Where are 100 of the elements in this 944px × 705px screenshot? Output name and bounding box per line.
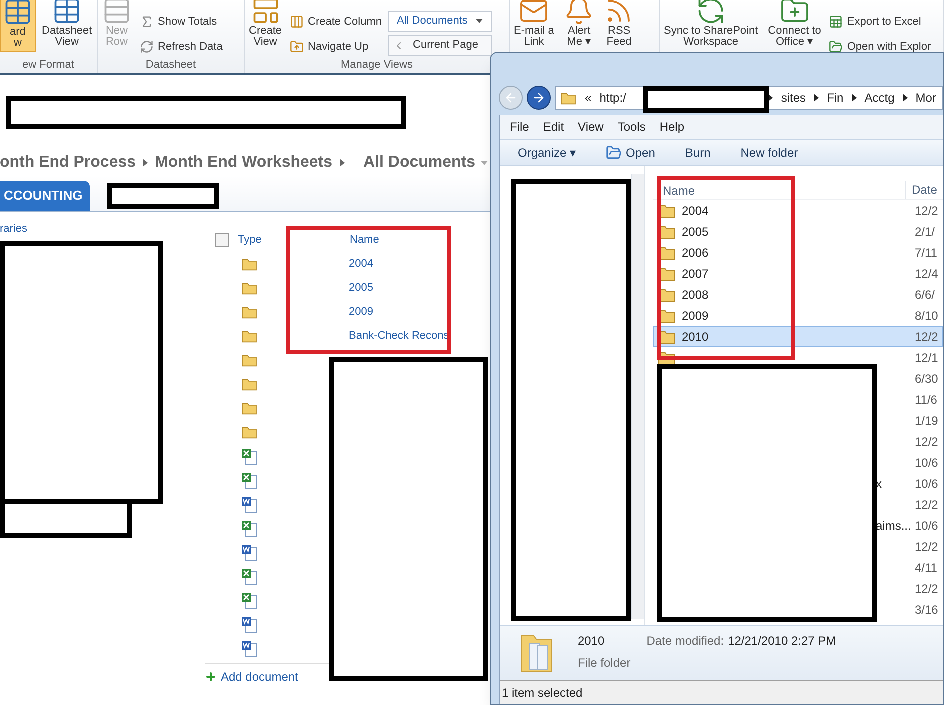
ribbon-button[interactable]: Open with Explor — [829, 38, 932, 55]
file-row[interactable]: 2006 7/11 — [653, 242, 943, 263]
file-row[interactable]: 2008 6/6/ — [653, 284, 943, 305]
document-file-icon — [241, 616, 257, 632]
address-segment[interactable]: Mor — [916, 89, 936, 107]
menu-item[interactable]: Edit — [543, 118, 564, 136]
date-cell[interactable]: 4/11 — [909, 558, 938, 576]
document-link[interactable]: 2005 — [349, 280, 374, 296]
folder-open-icon — [606, 144, 622, 160]
document-link[interactable]: 2004 — [349, 256, 374, 272]
site-tab[interactable]: CCOUNTING — [0, 181, 90, 211]
address-segment[interactable]: Acctg — [864, 89, 895, 107]
column-header[interactable]: Name — [350, 232, 380, 248]
forward-button[interactable] — [527, 86, 551, 110]
breadcrumb-link[interactable]: onth End Process — [0, 151, 136, 175]
date-cell[interactable]: 6/30 — [909, 370, 938, 388]
file-name: 2010 — [682, 328, 709, 346]
ribbon-button[interactable]: Export to Excel — [829, 14, 932, 30]
address-segment[interactable]: sites — [781, 89, 806, 107]
date-cell[interactable]: 3/16 — [909, 600, 938, 618]
file-row[interactable]: 2007 12/4 — [653, 263, 943, 284]
ribbon-button[interactable]: Create Column — [290, 14, 382, 30]
file-row[interactable]: 2009 8/10 — [653, 305, 943, 326]
spreadsheet-file-icon — [241, 592, 257, 608]
folder-icon — [241, 353, 258, 367]
file-row[interactable]: 2005 2/1/ — [653, 221, 943, 242]
columns-icon — [290, 15, 304, 30]
group-label: ew Format — [22, 58, 76, 72]
date-cell[interactable]: 11/6 — [909, 390, 938, 408]
sigma-icon — [140, 15, 154, 30]
toolbar-button[interactable]: Organize ▾ — [518, 144, 576, 162]
breadcrumb-link[interactable]: All Documents — [364, 151, 488, 175]
caret-icon — [480, 160, 488, 166]
ribbon-button[interactable]: RSS Feed — [602, 0, 636, 52]
toolbar-button[interactable]: Open — [606, 144, 656, 162]
file-name: 2006 — [682, 244, 709, 262]
menu-item[interactable]: View — [578, 118, 604, 136]
document-link[interactable]: 2009 — [349, 304, 374, 320]
item-name: 2010 — [578, 633, 606, 650]
date-cell[interactable]: 12/2 — [909, 580, 938, 598]
plus-icon — [205, 671, 217, 683]
document-file-icon — [241, 640, 257, 656]
ribbon-button[interactable]: Sync to SharePoint Workspace — [662, 0, 760, 52]
chevron-icon — [902, 94, 908, 102]
scrollbar[interactable] — [631, 174, 644, 619]
ribbon-button[interactable]: Refresh Data — [140, 38, 223, 55]
spreadsheet-file-icon — [241, 448, 257, 464]
address-segment[interactable]: Fin — [827, 89, 844, 107]
file-name: 2005 — [682, 224, 709, 240]
column-header[interactable]: Type — [238, 232, 350, 248]
spreadsheet-file-icon — [241, 568, 257, 584]
page-selector[interactable]: Current Page — [388, 35, 492, 56]
folder-icon — [560, 91, 577, 105]
ribbon-button[interactable]: E-mail a Link — [512, 0, 556, 52]
date-cell[interactable]: 12/2 — [909, 432, 938, 450]
view-dropdown[interactable]: All Documents — [388, 11, 492, 32]
ribbon-button[interactable]: Connect to Office ▾ — [766, 0, 824, 52]
file-name: 2009 — [682, 308, 709, 324]
toolbar-button[interactable]: New folder — [740, 144, 798, 162]
folder-icon — [241, 257, 258, 271]
folder-icon — [241, 329, 258, 343]
ribbon-button[interactable]: Datasheet View — [40, 0, 94, 52]
back-arrow-icon — [504, 91, 518, 105]
select-all-checkbox[interactable] — [215, 233, 229, 247]
file-row[interactable]: 2004 12/2 — [653, 200, 943, 221]
document-file-icon — [241, 544, 257, 560]
date-cell[interactable]: 12/2 — [909, 538, 938, 556]
caret-icon — [476, 19, 484, 24]
ribbon-button[interactable]: Create View — [247, 0, 284, 52]
detail-label: Date modified: — [646, 633, 724, 650]
date-cell[interactable]: 1/19 — [909, 412, 938, 430]
date-cell[interactable]: 10/6 — [909, 474, 938, 492]
menu-item[interactable]: File — [510, 118, 530, 136]
column-header[interactable]: Name — [663, 184, 696, 199]
group-label: Manage Views — [340, 58, 414, 72]
add-document-link[interactable]: Add document — [221, 668, 298, 686]
ribbon-button[interactable]: Alert Me ▾ — [562, 0, 596, 52]
ribbon-button[interactable]: Show Totals — [140, 14, 223, 30]
chevron-icon — [143, 159, 148, 167]
date-cell-text: 8/10 — [914, 308, 938, 324]
ribbon-button[interactable]: ard w — [0, 0, 36, 52]
document-file-icon — [241, 496, 257, 512]
date-cell[interactable]: 12/2 — [909, 496, 938, 514]
menu-item[interactable]: Tools — [618, 118, 646, 136]
column-header[interactable]: Date — [905, 181, 938, 199]
breadcrumb-link[interactable]: Month End Worksheets — [155, 151, 333, 175]
address-text: http:/ — [600, 90, 626, 107]
item-type: File folder — [578, 655, 631, 672]
file-row[interactable]: 2010 12/2 — [653, 326, 943, 347]
folder-up-icon — [290, 40, 304, 54]
toolbar-button[interactable]: Burn — [685, 144, 711, 162]
menu-item[interactable]: Help — [660, 118, 685, 136]
date-cell[interactable]: 10/6 — [909, 516, 938, 534]
date-cell[interactable]: 10/6 — [909, 454, 938, 472]
detail-value: 12/21/2010 2:27 PM — [728, 633, 836, 650]
date-cell-text: 6/6/ — [914, 286, 936, 304]
date-cell-text: 12/4 — [914, 266, 938, 282]
ribbon-button[interactable]: Navigate Up — [290, 38, 382, 55]
nav-link[interactable]: raries — [0, 223, 28, 235]
group-label: Datasheet — [144, 58, 198, 72]
